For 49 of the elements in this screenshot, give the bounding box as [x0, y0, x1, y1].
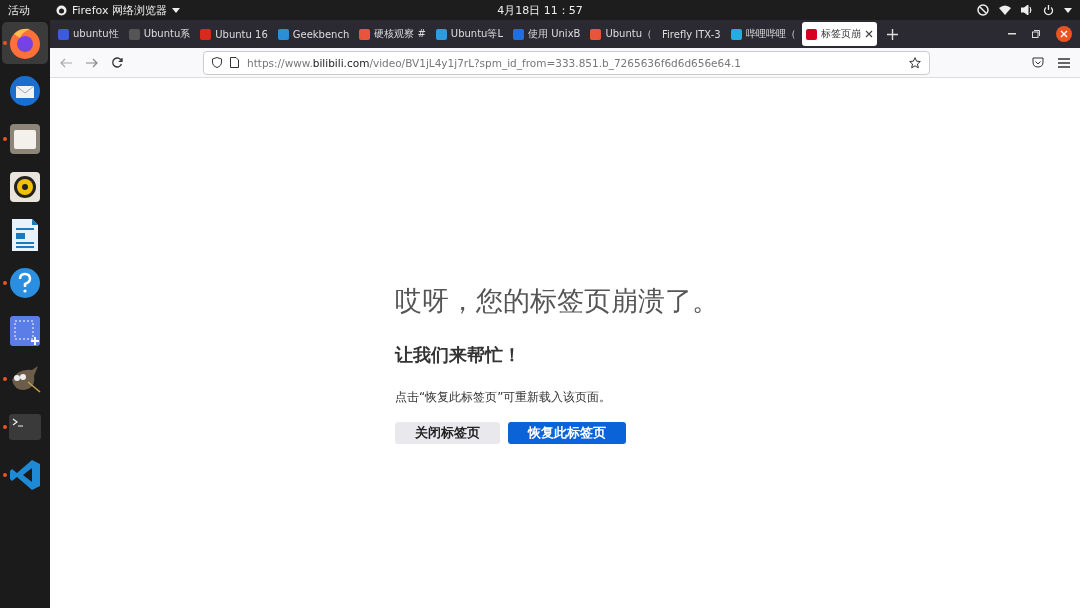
- caret-icon: [171, 7, 180, 13]
- caret-icon[interactable]: [1064, 7, 1072, 13]
- browser-tab[interactable]: Ubuntu（: [586, 22, 657, 46]
- shield-icon[interactable]: [212, 57, 222, 68]
- pocket-icon[interactable]: [1032, 57, 1044, 68]
- reload-icon[interactable]: [112, 57, 123, 68]
- terminal-icon: [9, 414, 41, 440]
- document-icon: [11, 218, 39, 252]
- browser-tab[interactable]: ubuntu性: [54, 22, 123, 46]
- help-icon: [9, 267, 41, 299]
- browser-tab[interactable]: 硬核观察 #: [355, 22, 430, 46]
- new-tab-icon[interactable]: [886, 28, 898, 40]
- screenshot-icon: [9, 315, 41, 347]
- page-message: 点击“恢复此标签页”可重新载入该页面。: [395, 389, 613, 406]
- restore-icon[interactable]: [1032, 30, 1040, 38]
- browser-tab[interactable]: 哔哩哔哩（: [726, 22, 800, 46]
- page-heading: 让我们来帮忙！: [395, 343, 522, 367]
- browser-icon: [8, 26, 42, 60]
- browser-tab[interactable]: Ubuntu 16: [196, 22, 272, 46]
- page-icon[interactable]: [230, 57, 239, 68]
- minimize-icon[interactable]: [1008, 33, 1016, 35]
- power-icon[interactable]: [1043, 4, 1054, 16]
- star-icon[interactable]: [909, 56, 921, 69]
- browser-icon: [56, 4, 67, 16]
- browser-tab[interactable]: Firefly ITX-3: [658, 22, 725, 46]
- browser-tab[interactable]: 使用 UnixB: [509, 22, 585, 46]
- activities-button[interactable]: 活动: [8, 2, 30, 18]
- wifi-icon[interactable]: [999, 5, 1011, 15]
- clock[interactable]: 4月18日 11：57: [362, 2, 718, 18]
- browser-tab[interactable]: Ubuntu系: [124, 22, 195, 46]
- close-icon[interactable]: [1056, 26, 1072, 42]
- browser-tab[interactable]: Geekbench: [273, 22, 354, 46]
- close-icon[interactable]: [864, 30, 873, 38]
- page-title: 哎呀，您的标签页崩溃了。: [395, 284, 720, 318]
- menu-icon[interactable]: [1058, 57, 1070, 68]
- speaker-icon: [9, 171, 41, 203]
- folder-icon: [9, 123, 41, 155]
- forward-icon[interactable]: [86, 57, 98, 68]
- close-tab-button[interactable]: 关闭标签页: [395, 422, 500, 444]
- browser-tab[interactable]: Ubuntu等L: [431, 22, 508, 46]
- status-icon[interactable]: [977, 4, 989, 16]
- dock-item[interactable]: [2, 22, 48, 64]
- code-editor-icon: [9, 459, 41, 491]
- volume-icon[interactable]: [1021, 5, 1033, 15]
- restore-tab-button[interactable]: 恢复此标签页: [508, 422, 626, 444]
- app-menu[interactable]: Firefox 网络浏览器: [56, 2, 180, 18]
- browser-tab[interactable]: 标签页崩: [801, 22, 877, 46]
- address-field[interactable]: https://www.bilibili.com/video/BV1jL4y1j7rL?spm_id_from=333.851.b_7265636f6d6d656e64.1: [203, 50, 930, 75]
- envelope-icon: [8, 74, 42, 108]
